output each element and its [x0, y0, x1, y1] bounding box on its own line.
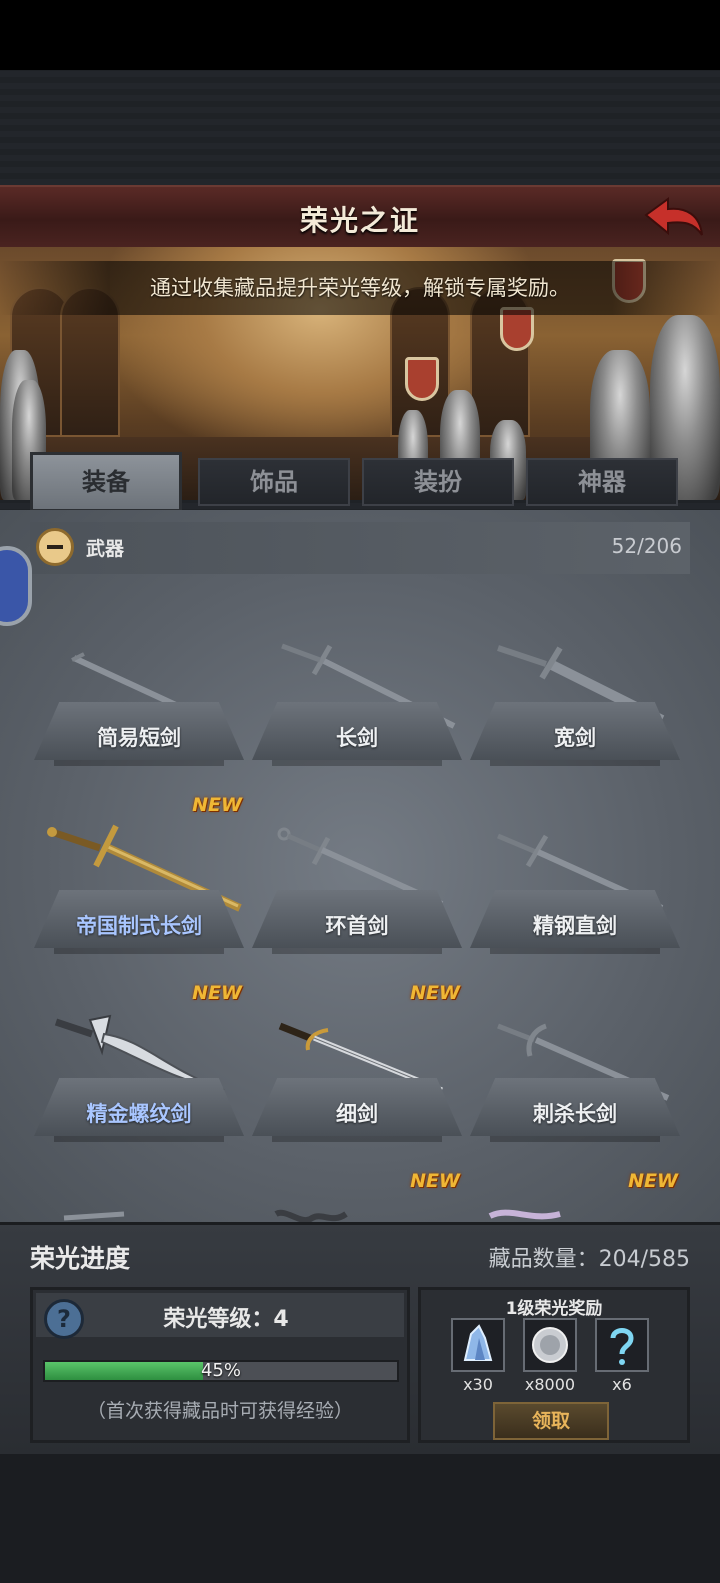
- tab-equipment[interactable]: 装备: [30, 452, 182, 512]
- progress-percent: 45%: [200, 1360, 241, 1381]
- progress-hint: （首次获得藏品时可获得经验）: [86, 1400, 353, 1422]
- item-name: 宽剑: [554, 726, 596, 750]
- sword-icon: [488, 1209, 561, 1220]
- category-header[interactable]: 武器 52/206: [30, 522, 690, 574]
- collection-item[interactable]: 环首剑: [252, 794, 462, 954]
- category-label: 武器: [86, 538, 125, 560]
- category-tabs: 装备 饰品 装扮 神器: [30, 452, 690, 512]
- reward-qty: x8000: [524, 1375, 576, 1394]
- question-rune-icon: [595, 1318, 649, 1372]
- collection-item[interactable]: NEW 细剑: [252, 982, 462, 1142]
- reward-qty: x6: [612, 1375, 632, 1394]
- claim-button[interactable]: 领取: [493, 1402, 609, 1440]
- collection-item[interactable]: NEW: [252, 1170, 462, 1222]
- sword-icon: [63, 1211, 125, 1221]
- collection-count: 藏品数量：204/585: [488, 1247, 690, 1272]
- item-name: 精钢直剑: [533, 914, 617, 938]
- tab-label: 饰品: [250, 468, 298, 496]
- collection-item[interactable]: NEW 精金螺纹剑: [34, 982, 244, 1142]
- help-button[interactable]: ?: [44, 1299, 84, 1339]
- collection-item[interactable]: NEW 帝国制式长剑: [34, 794, 244, 954]
- glory-progress-section: 荣光进度 藏品数量：204/585 ? 荣光等级：4 45% （首次获得藏品时可…: [0, 1222, 720, 1454]
- item-name: 长剑: [336, 726, 378, 750]
- glory-level: 荣光等级：4: [163, 1307, 289, 1332]
- crystal-icon: [451, 1318, 505, 1372]
- collection-item[interactable]: 刺杀长剑: [470, 982, 680, 1142]
- level-box: ? 荣光等级：4 45% （首次获得藏品时可获得经验）: [30, 1287, 410, 1443]
- title-bar: 荣光之证: [0, 185, 720, 247]
- status-bar-area: [0, 0, 720, 70]
- tab-label: 装扮: [414, 468, 462, 496]
- banner-caption: 通过收集藏品提升荣光等级，解锁专属奖励。: [0, 261, 720, 315]
- level-row: ? 荣光等级：4: [36, 1293, 404, 1339]
- reward-qty: x30: [463, 1375, 493, 1394]
- level-progress-bar: 45%: [43, 1360, 399, 1382]
- tab-accessories[interactable]: 饰品: [198, 458, 350, 506]
- reward-item[interactable]: x8000: [523, 1318, 577, 1394]
- collection-item[interactable]: [34, 1170, 244, 1222]
- tab-artifacts[interactable]: 神器: [526, 458, 678, 506]
- page-title: 荣光之证: [299, 204, 420, 237]
- reward-box: 1级荣光奖励 x30 x8000 x6 领取: [418, 1287, 690, 1443]
- claim-label: 领取: [531, 1410, 570, 1432]
- collection-item[interactable]: NEW: [470, 1170, 680, 1222]
- collection-item[interactable]: 长剑: [252, 606, 462, 766]
- side-float-button[interactable]: [0, 546, 32, 626]
- silver-coin-icon: [523, 1318, 577, 1372]
- collection-item[interactable]: 精钢直剑: [470, 794, 680, 954]
- item-name: 刺杀长剑: [533, 1102, 617, 1126]
- item-name: 精金螺纹剑: [86, 1102, 192, 1126]
- collection-panel[interactable]: 武器 52/206 简易短剑 长剑 宽剑 NEW 帝国制式长剑 环首剑 精钢直剑…: [0, 510, 720, 1222]
- shield-icon: [405, 357, 439, 401]
- back-button[interactable]: [642, 193, 706, 241]
- reward-item[interactable]: x30: [451, 1318, 505, 1394]
- tab-outfits[interactable]: 装扮: [362, 458, 514, 506]
- item-name: 环首剑: [325, 914, 389, 938]
- reward-title: 1级荣光奖励: [505, 1299, 603, 1319]
- collapse-button[interactable]: [36, 528, 74, 566]
- back-arrow-icon: [644, 197, 703, 236]
- reward-item[interactable]: x6: [595, 1318, 649, 1394]
- tab-label: 装备: [82, 468, 130, 496]
- category-count: 52/206: [611, 534, 682, 558]
- item-name: 简易短剑: [97, 726, 181, 750]
- tab-label: 神器: [578, 468, 626, 496]
- item-name: 帝国制式长剑: [76, 914, 202, 938]
- sword-icon: [274, 1209, 348, 1222]
- collection-item[interactable]: 宽剑: [470, 606, 680, 766]
- item-name: 细剑: [336, 1102, 378, 1126]
- banner-caption-text: 通过收集藏品提升荣光等级，解锁专属奖励。: [150, 276, 570, 300]
- bottom-strip: [0, 1454, 720, 1583]
- collection-item[interactable]: 简易短剑: [34, 606, 244, 766]
- progress-title: 荣光进度: [30, 1244, 131, 1273]
- progress-header: 荣光进度 藏品数量：204/585: [30, 1237, 690, 1277]
